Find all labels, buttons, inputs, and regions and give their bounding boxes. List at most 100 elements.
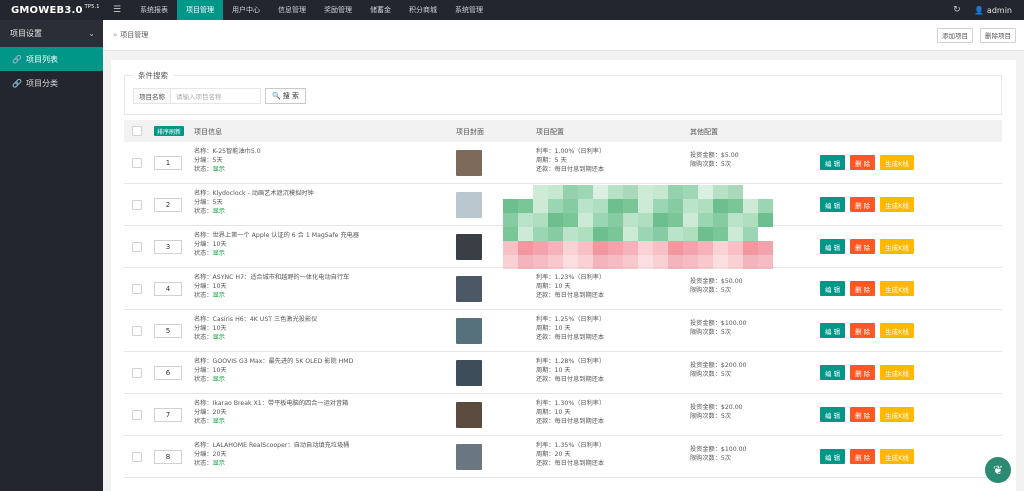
row-checkbox[interactable] xyxy=(132,200,142,210)
other-config-line: 限购次数：5次 xyxy=(690,161,732,168)
nav-item[interactable]: 积分商城 xyxy=(400,0,446,20)
menu-icon[interactable]: ☰ xyxy=(103,0,131,20)
other-config-line: 限购次数：5次 xyxy=(690,287,732,294)
row-checkbox[interactable] xyxy=(132,284,142,294)
sidebar-item-label: 项目列表 xyxy=(25,54,58,64)
generate-kline-button[interactable]: 生成K线 xyxy=(880,449,914,464)
generate-kline-button[interactable]: 生成K线 xyxy=(880,155,914,170)
delete-project-button[interactable]: 删除项目 xyxy=(980,27,1016,43)
generate-kline-button[interactable]: 生成K线 xyxy=(880,323,914,338)
status-label: 状态： xyxy=(194,208,213,215)
project-share: 分编：10天 xyxy=(194,283,227,290)
select-all-checkbox[interactable] xyxy=(132,126,142,136)
nav-item[interactable]: 储蓄金 xyxy=(361,0,400,20)
row-checkbox[interactable] xyxy=(132,242,142,252)
main-content: » 项目管理 添加项目 删除项目 条件搜索 项目名称 请输入项目名称 🔍 搜 索 … xyxy=(103,20,1024,491)
config-line: 还款：每日付息到期还本 xyxy=(536,166,605,173)
status-label: 状态： xyxy=(194,250,213,257)
project-name: 名称：Casiris H6：4K UST 三色激光投影仪 xyxy=(194,316,318,323)
sort-order-input[interactable]: 6 xyxy=(154,366,182,380)
nav-item[interactable]: 用户中心 xyxy=(223,0,269,20)
other-config-line: 投资金额：$20.00 xyxy=(690,404,743,411)
sort-order-input[interactable]: 8 xyxy=(154,450,182,464)
refresh-icon[interactable]: ↻ xyxy=(946,5,968,15)
brand-logo[interactable]: GMOWEB3.0 TP5.1 xyxy=(0,0,103,20)
delete-button[interactable]: 删 除 xyxy=(850,281,876,296)
project-name: 名称：GOOVIS G3 Max：最先进的 5K OLED 影院 HMD xyxy=(194,358,354,365)
edit-button[interactable]: 编 辑 xyxy=(820,365,846,380)
config-line: 利率：1.28%（日利率） xyxy=(536,358,606,365)
brand-version: TP5.1 xyxy=(84,4,100,10)
header-info: 项目信息 xyxy=(194,128,222,136)
sort-order-input[interactable]: 1 xyxy=(154,156,182,170)
other-config-line: 投资金额：$100.00 xyxy=(690,446,747,453)
sort-order-input[interactable]: 4 xyxy=(154,282,182,296)
table-header: 排序刷新 项目信息 项目封面 项目配置 其他配置 xyxy=(124,120,1002,142)
edit-button[interactable]: 编 辑 xyxy=(820,449,846,464)
delete-button[interactable]: 删 除 xyxy=(850,365,876,380)
config-line: 还款：每日付息到期还本 xyxy=(536,418,605,425)
nav-item[interactable]: 系统报表 xyxy=(131,0,177,20)
breadcrumb-current: 项目管理 xyxy=(120,31,149,39)
brand-name: GMOWEB3.0 xyxy=(11,4,83,16)
delete-button[interactable]: 删 除 xyxy=(850,407,876,422)
sort-order-input[interactable]: 5 xyxy=(154,324,182,338)
add-project-button[interactable]: 添加项目 xyxy=(937,27,973,43)
other-config-line: 投资金额：$200.00 xyxy=(690,362,747,369)
status-badge: 显示 xyxy=(212,334,225,341)
edit-button[interactable]: 编 辑 xyxy=(820,197,846,212)
project-cover-image xyxy=(456,444,482,470)
row-checkbox[interactable] xyxy=(132,326,142,336)
user-menu[interactable]: 👤 admin xyxy=(968,6,1024,15)
search-button[interactable]: 🔍 搜 索 xyxy=(265,88,306,104)
generate-kline-button[interactable]: 生成K线 xyxy=(880,197,914,212)
sort-order-input[interactable]: 3 xyxy=(154,240,182,254)
edit-button[interactable]: 编 辑 xyxy=(820,407,846,422)
edit-button[interactable]: 编 辑 xyxy=(820,155,846,170)
project-cover-image xyxy=(456,318,482,344)
table-row: 2 名称：Klydoclock - 动画艺术遮沉模拟时钟 分编：5天 状态：显示… xyxy=(124,184,1002,226)
delete-button[interactable]: 删 除 xyxy=(850,155,876,170)
row-checkbox[interactable] xyxy=(132,368,142,378)
generate-kline-button[interactable]: 生成K线 xyxy=(880,281,914,296)
edit-button[interactable]: 编 辑 xyxy=(820,281,846,296)
delete-button[interactable]: 删 除 xyxy=(850,323,876,338)
edit-button[interactable]: 编 辑 xyxy=(820,323,846,338)
status-badge: 显示 xyxy=(212,460,225,467)
project-name: 名称：世界上第一个 Apple 认证的 6 合 1 MagSafe 充电器 xyxy=(194,232,360,239)
search-input[interactable]: 请输入项目名称 xyxy=(171,88,261,104)
project-table: 排序刷新 项目信息 项目封面 项目配置 其他配置 1 名称：K-25智能油巾5.… xyxy=(124,120,1002,478)
sort-refresh-button[interactable]: 排序刷新 xyxy=(154,126,185,136)
sort-order-input[interactable]: 2 xyxy=(154,198,182,212)
sidebar-group-project-settings[interactable]: 项目设置 ⌄ xyxy=(0,20,103,47)
generate-kline-button[interactable]: 生成K线 xyxy=(880,407,914,422)
link-icon: 🔗 xyxy=(12,54,22,64)
leaf-icon[interactable]: ❦ xyxy=(985,457,1011,483)
breadcrumb-separator: » xyxy=(113,31,118,39)
status-label: 状态： xyxy=(194,376,213,383)
edit-button[interactable]: 编 辑 xyxy=(820,239,846,254)
generate-kline-button[interactable]: 生成K线 xyxy=(880,365,914,380)
nav-item[interactable]: 奖励管理 xyxy=(315,0,361,20)
header-config: 项目配置 xyxy=(536,128,564,136)
config-line: 利率：1.23%（日利率） xyxy=(536,274,606,281)
nav-item[interactable]: 信息管理 xyxy=(269,0,315,20)
delete-button[interactable]: 删 除 xyxy=(850,197,876,212)
table-row: 7 名称：Ikarao Break X1：带平板电脑的四合一运对音箱 分编：20… xyxy=(124,394,1002,436)
row-checkbox[interactable] xyxy=(132,158,142,168)
other-config-line: 投资金额：$100.00 xyxy=(690,320,747,327)
generate-kline-button[interactable]: 生成K线 xyxy=(880,239,914,254)
row-checkbox[interactable] xyxy=(132,410,142,420)
project-cover-image xyxy=(456,150,482,176)
sort-order-input[interactable]: 7 xyxy=(154,408,182,422)
nav-item[interactable]: 系统管理 xyxy=(446,0,492,20)
other-config-line: 限购次数：5次 xyxy=(690,329,732,336)
nav-item[interactable]: 项目管理 xyxy=(177,0,223,20)
row-checkbox[interactable] xyxy=(132,452,142,462)
delete-button[interactable]: 删 除 xyxy=(850,449,876,464)
delete-button[interactable]: 删 除 xyxy=(850,239,876,254)
sidebar-item-project-category[interactable]: 🔗 项目分类 xyxy=(0,71,103,95)
sidebar-item-project-list[interactable]: 🔗 项目列表 xyxy=(0,47,103,71)
breadcrumb-bar: » 项目管理 添加项目 删除项目 xyxy=(103,20,1024,51)
status-badge: 显示 xyxy=(212,376,225,383)
